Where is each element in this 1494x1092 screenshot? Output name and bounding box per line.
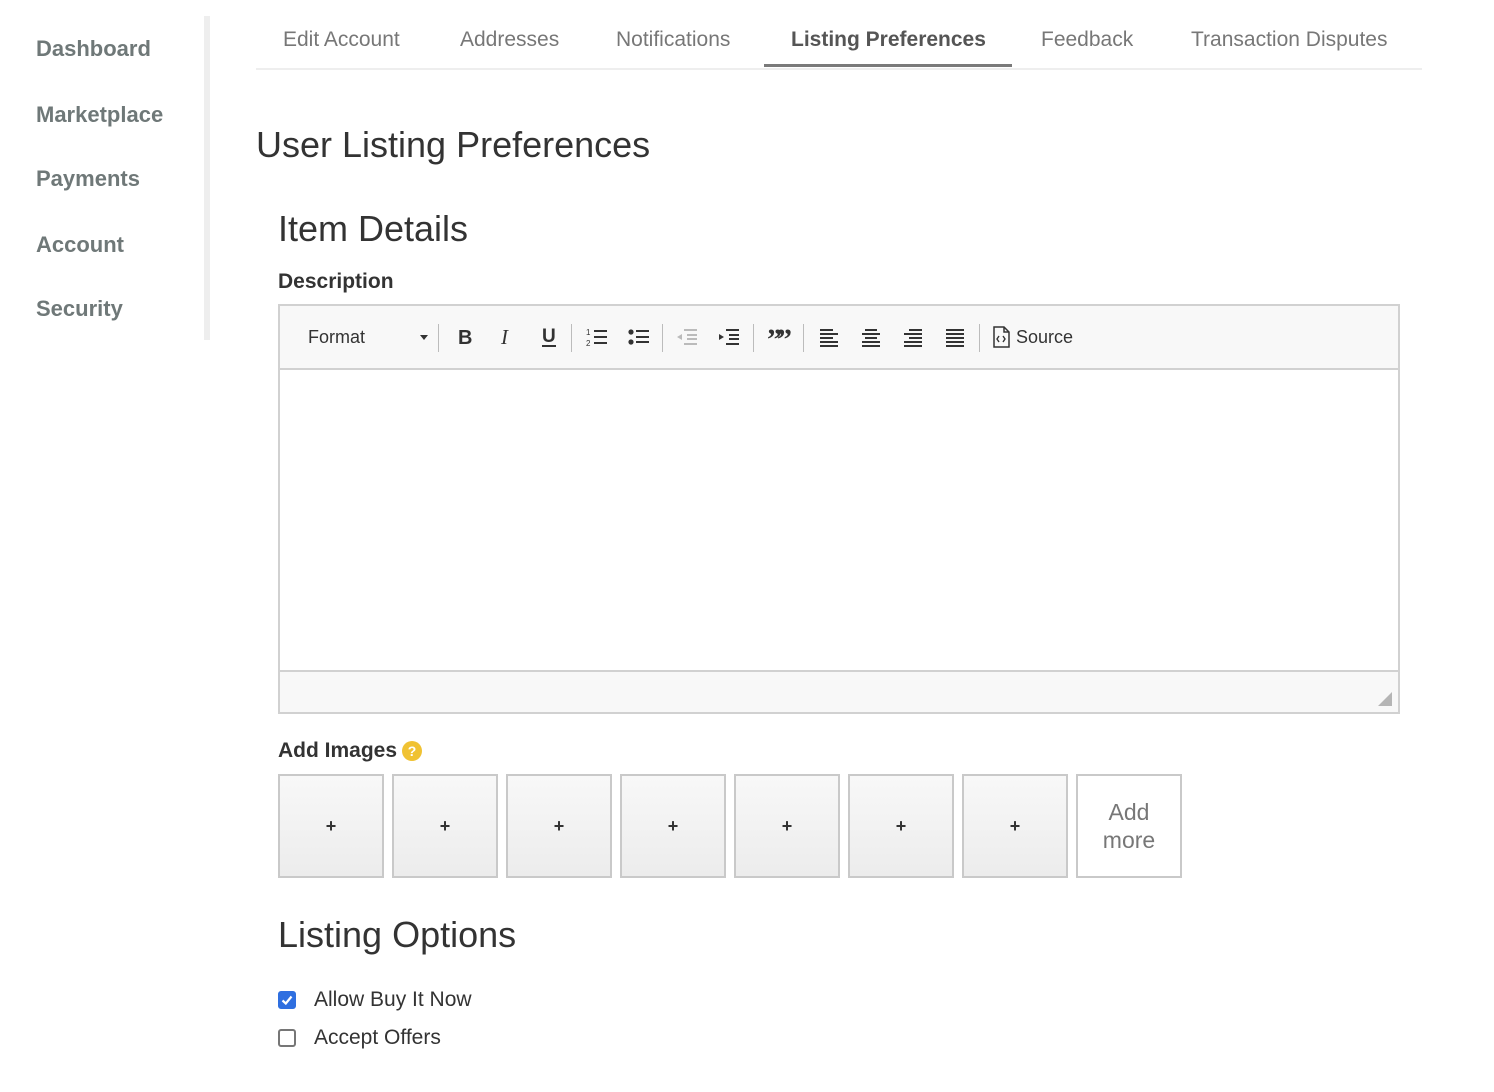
bulleted-list-icon[interactable] (626, 322, 652, 352)
editor-toolbar: Format B I U 12 ”” Source (280, 306, 1398, 370)
page-title: User Listing Preferences (256, 124, 651, 165)
add-more-images-button[interactable]: Add more (1076, 774, 1182, 878)
svg-text:I: I (500, 327, 509, 347)
align-right-icon[interactable] (900, 322, 926, 352)
underline-icon[interactable]: U (536, 322, 562, 352)
sidebar-nav: Dashboard Marketplace Payments Account S… (0, 16, 210, 340)
svg-text:B: B (458, 327, 472, 347)
description-text-area[interactable] (280, 370, 1398, 672)
indent-icon[interactable] (716, 322, 742, 352)
tab-addresses[interactable]: Addresses (460, 28, 559, 52)
svg-text:U: U (542, 326, 556, 347)
sidebar-item-marketplace[interactable]: Marketplace (36, 102, 163, 128)
description-editor: Format B I U 12 ”” Source (278, 304, 1400, 714)
blockquote-icon[interactable]: ”” (766, 322, 792, 352)
tab-feedback[interactable]: Feedback (1041, 28, 1133, 52)
outdent-icon[interactable] (674, 322, 700, 352)
toolbar-separator (979, 324, 980, 352)
justify-icon[interactable] (942, 322, 968, 352)
align-center-icon[interactable] (858, 322, 884, 352)
italic-icon[interactable]: I (494, 322, 520, 352)
sidebar-item-account[interactable]: Account (36, 232, 124, 258)
format-dropdown[interactable]: Format (308, 322, 428, 352)
svg-text:2: 2 (586, 339, 591, 348)
toolbar-separator (803, 324, 804, 352)
tab-transaction-disputes[interactable]: Transaction Disputes (1191, 28, 1387, 52)
image-upload-slot[interactable]: + (506, 774, 612, 878)
option-accept-offers: Accept Offers (278, 1026, 441, 1050)
description-label: Description (278, 270, 394, 293)
active-tab-indicator (764, 64, 1012, 67)
resize-handle-icon[interactable] (1378, 692, 1392, 706)
image-upload-slot[interactable]: + (734, 774, 840, 878)
chevron-down-icon (420, 335, 428, 340)
listing-options-heading: Listing Options (278, 914, 517, 955)
toolbar-separator (662, 324, 663, 352)
account-tabs: Edit Account Addresses Notifications Lis… (256, 18, 1422, 70)
help-icon[interactable]: ? (402, 741, 422, 761)
editor-footer (280, 670, 1398, 712)
tab-listing-preferences[interactable]: Listing Preferences (791, 28, 986, 52)
sidebar-item-payments[interactable]: Payments (36, 166, 140, 192)
accept-offers-checkbox[interactable] (278, 1029, 296, 1047)
toolbar-separator (753, 324, 754, 352)
format-dropdown-label: Format (308, 326, 366, 347)
add-more-line2: more (1102, 827, 1156, 853)
toolbar-separator (571, 324, 572, 352)
tab-edit-account[interactable]: Edit Account (283, 28, 400, 52)
option-allow-buy-it-now: Allow Buy It Now (278, 988, 472, 1012)
image-upload-slot[interactable]: + (392, 774, 498, 878)
accept-offers-label: Accept Offers (314, 1026, 441, 1049)
sidebar-item-dashboard[interactable]: Dashboard (36, 36, 151, 62)
image-upload-slot[interactable]: + (848, 774, 954, 878)
numbered-list-icon[interactable]: 12 (584, 322, 610, 352)
source-button[interactable]: Source (992, 322, 1082, 352)
source-icon (992, 326, 1010, 348)
item-details-heading: Item Details (278, 208, 469, 249)
svg-text:1: 1 (586, 328, 591, 337)
sidebar-item-security[interactable]: Security (36, 296, 123, 322)
image-upload-slot[interactable]: + (962, 774, 1068, 878)
image-upload-slot[interactable]: + (278, 774, 384, 878)
allow-buy-it-now-label: Allow Buy It Now (314, 988, 472, 1011)
allow-buy-it-now-checkbox[interactable] (278, 991, 296, 1009)
toolbar-separator (438, 324, 439, 352)
image-upload-slot[interactable]: + (620, 774, 726, 878)
align-left-icon[interactable] (816, 322, 842, 352)
tab-notifications[interactable]: Notifications (616, 28, 730, 52)
source-label: Source (1016, 326, 1074, 347)
bold-icon[interactable]: B (452, 322, 478, 352)
add-more-line1: Add (1108, 799, 1150, 825)
add-images-label: Add Images (278, 739, 398, 762)
svg-text:”: ” (777, 327, 791, 347)
